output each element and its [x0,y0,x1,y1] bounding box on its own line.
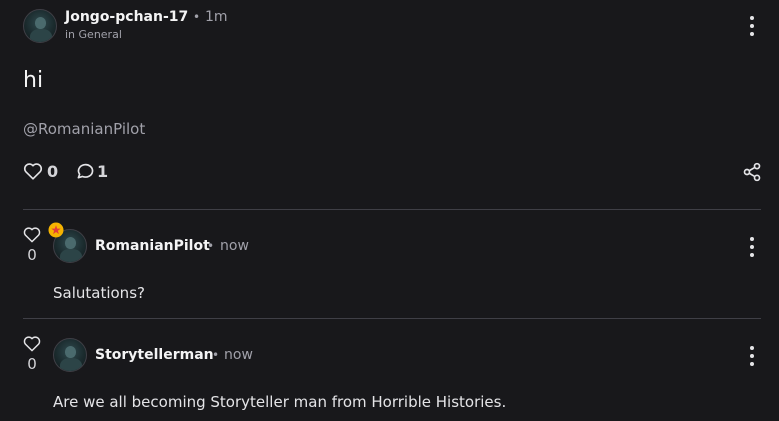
comment-icon[interactable] [75,162,95,181]
comment-author-name[interactable]: RomanianPilot [95,238,210,254]
category-link[interactable]: General [79,28,122,41]
comment-more-options-icon[interactable] [746,236,758,258]
post-meta-separator: • [193,10,201,24]
in-prefix: in [65,28,76,41]
comment-author-name[interactable]: Storytellerman [95,347,214,363]
comment-like-heart-icon[interactable] [23,226,41,243]
post-reply-count: 1 [97,162,109,181]
comment-vote-count: 0 [27,246,37,264]
comment-like-heart-icon[interactable] [23,335,41,352]
star-badge-icon [48,222,64,238]
heart-icon[interactable] [23,162,43,180]
author-avatar[interactable] [23,9,57,43]
comment-author-avatar[interactable] [53,338,87,372]
post-divider [23,209,761,210]
post-time: 1m [205,9,228,25]
share-icon[interactable] [742,162,762,182]
comment-body: Are we all becoming Storyteller man from… [53,393,507,411]
post-more-options-icon[interactable] [746,15,758,37]
post-mention[interactable]: @RomanianPilot [23,120,145,138]
comment-meta-separator: • [212,348,220,362]
comment-time: now [220,238,249,254]
comment-body: Salutations? [53,284,145,302]
comment-divider [23,318,761,319]
post-author-name[interactable]: Jongo-pchan-17 [65,9,188,25]
post-like-count: 0 [47,162,59,181]
post-title: hi [23,68,44,93]
comment-more-options-icon[interactable] [746,345,758,367]
comment-meta-separator: • [207,239,215,253]
comment-time: now [224,347,253,363]
post-page: Jongo-pchan-17 • 1m in General hi @Roman… [0,0,779,421]
post-category-line: in General [65,28,122,41]
comment-vote-count: 0 [27,355,37,373]
